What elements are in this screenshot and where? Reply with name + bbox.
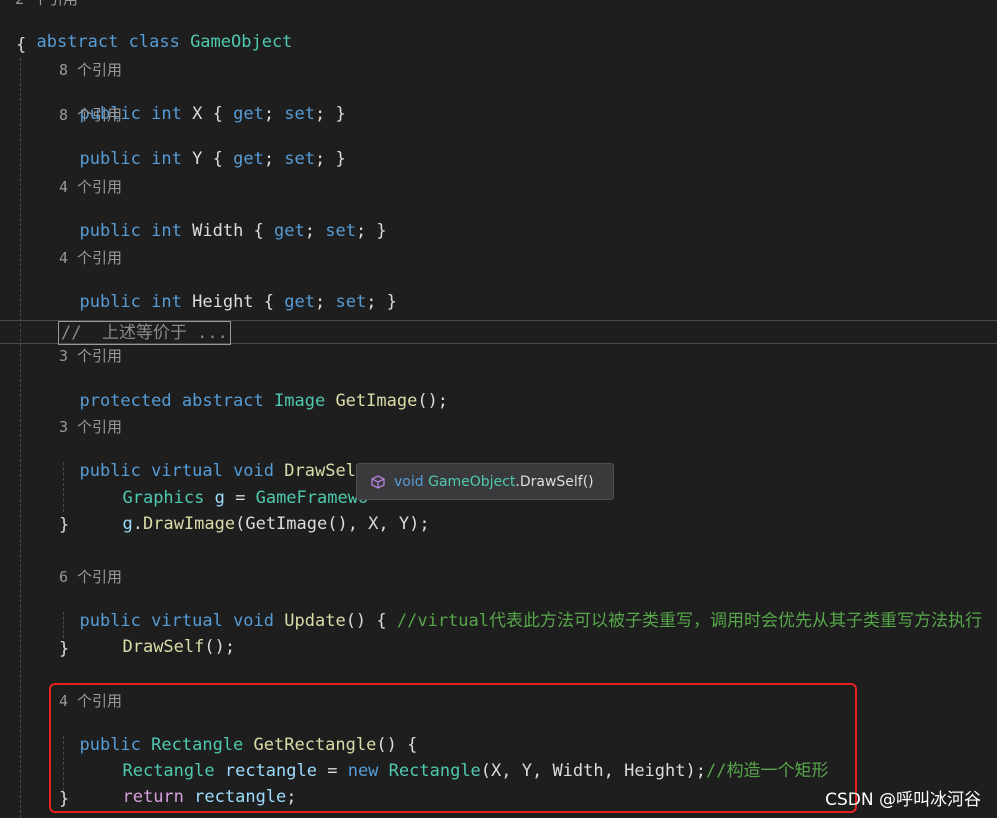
keyword-int: int <box>151 104 182 124</box>
property-y-line: public int Y { get; set; } <box>79 149 346 169</box>
method-get-image: GetImage <box>335 391 418 411</box>
property-name: Height <box>192 292 254 312</box>
keyword-public: public <box>79 221 141 241</box>
keyword-int: int <box>151 292 182 312</box>
keyword-get: get <box>233 149 264 169</box>
tooltip-class: GameObject <box>428 473 516 490</box>
collapsed-region[interactable]: // 上述等价于 ... <box>58 321 231 345</box>
property-name: Width <box>192 221 244 241</box>
keyword-class: class <box>128 32 180 52</box>
highlight-box <box>49 683 857 813</box>
update-comment: //virtual代表此方法可以被子类重写，调用时会优先从其子类重写方法执行 <box>396 611 982 631</box>
keyword-void: void <box>233 611 275 631</box>
get-image-declaration-line: protected abstract Image GetImage(); <box>79 391 449 411</box>
class-declaration-line: abstract class GameObject <box>16 6 292 52</box>
method-draw-image: DrawImage <box>142 514 236 534</box>
reference-count-height[interactable]: 4 个引用 <box>59 248 122 268</box>
keyword-set: set <box>325 221 356 241</box>
method-draw-self-call: DrawSelf <box>122 637 205 657</box>
keyword-get: get <box>233 104 264 124</box>
draw-image-args: (GetImage(), X, Y); <box>235 514 430 534</box>
keyword-get: get <box>274 221 305 241</box>
reference-count-get-image[interactable]: 3 个引用 <box>59 346 122 366</box>
keyword-public: public <box>79 149 141 169</box>
reference-count-draw-self[interactable]: 3 个引用 <box>59 417 122 437</box>
keyword-abstract: abstract <box>36 32 119 52</box>
property-name: X <box>192 104 203 124</box>
reference-count-update[interactable]: 6 个引用 <box>59 567 122 587</box>
keyword-public: public <box>79 292 141 312</box>
type-image: Image <box>274 391 326 411</box>
property-name: Y <box>192 149 203 169</box>
close-brace: } <box>59 515 70 535</box>
reference-count-y[interactable]: 8 个引用 <box>59 105 122 125</box>
property-x-line: public int X { get; set; } <box>79 104 346 124</box>
draw-self-declaration-line: public virtual void DrawSelf() { <box>59 435 407 481</box>
graphics-line: Graphics g = GameFramewo <box>122 488 369 508</box>
keyword-int: int <box>151 149 182 169</box>
variable-g: g <box>122 514 133 534</box>
close-brace-line: } <box>59 637 69 661</box>
property-width-line: public int Width { get; set; } <box>79 221 387 241</box>
keyword-protected: protected <box>79 391 172 411</box>
open-brace-line: { <box>16 33 26 57</box>
reference-count-width[interactable]: 4 个引用 <box>59 177 122 197</box>
tooltip-method: .DrawSelf() <box>515 473 594 490</box>
keyword-abstract: abstract <box>181 391 264 411</box>
indent-guide <box>20 58 21 818</box>
open-brace: { <box>16 35 27 55</box>
quickinfo-tooltip: void GameObject .DrawSelf() <box>356 463 614 500</box>
keyword-set: set <box>335 292 367 312</box>
reference-count-x[interactable]: 8 个引用 <box>59 60 122 80</box>
tooltip-keyword: void <box>394 473 424 490</box>
keyword-set: set <box>284 104 316 124</box>
close-brace: } <box>59 639 70 659</box>
close-brace-line: } <box>59 513 69 537</box>
keyword-set: set <box>284 149 316 169</box>
draw-self-call-line: DrawSelf(); <box>122 637 236 657</box>
property-height-line: public int Height { get; set; } <box>79 292 397 312</box>
class-name: GameObject <box>190 32 293 52</box>
method-update: Update <box>284 611 346 631</box>
keyword-int: int <box>151 221 182 241</box>
watermark: CSDN @呼叫冰河谷 <box>825 790 981 810</box>
keyword-get: get <box>284 292 315 312</box>
update-declaration-line: public virtual void Update() { //virtual… <box>79 611 982 631</box>
method-cube-icon <box>371 474 385 489</box>
